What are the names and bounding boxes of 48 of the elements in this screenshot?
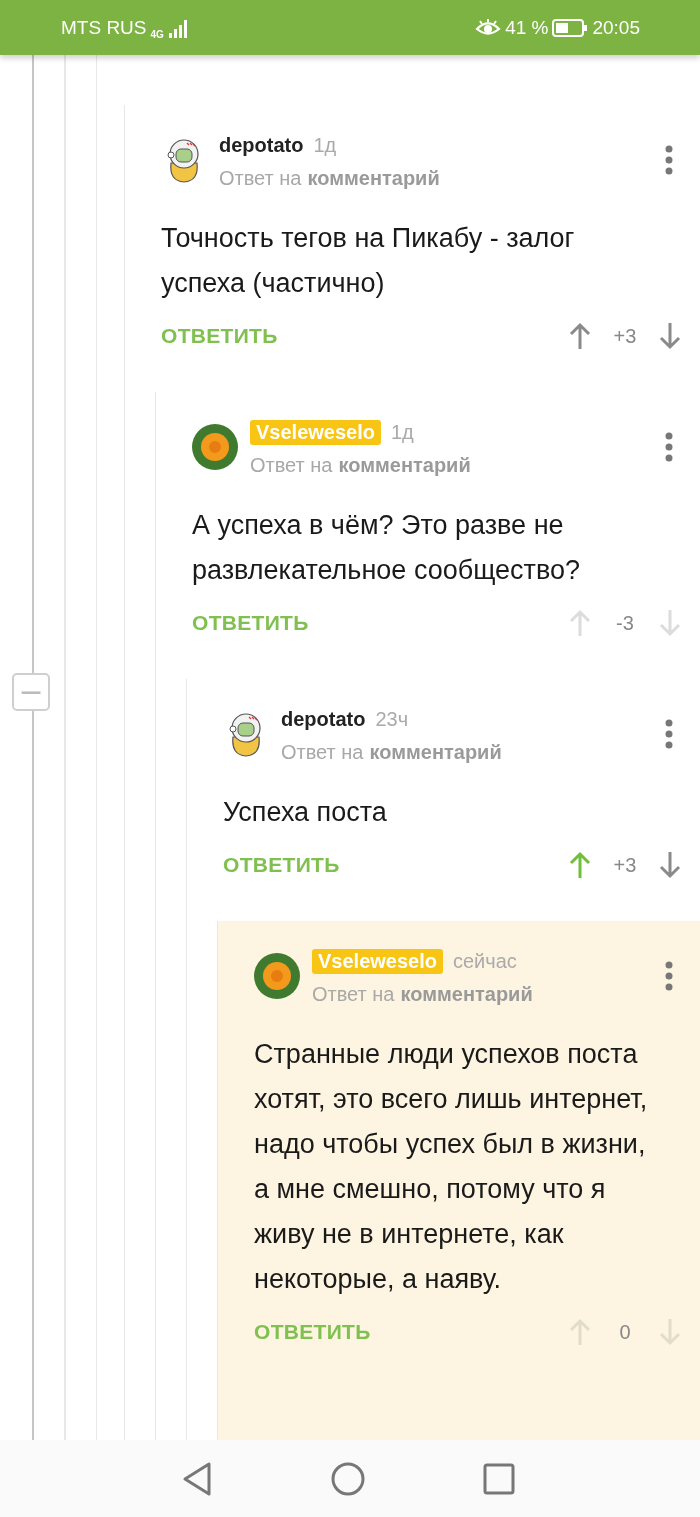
author-name[interactable]: Vseleweselo — [250, 419, 381, 445]
author-name[interactable]: Vseleweselo — [312, 948, 443, 974]
reply-to-link[interactable]: комментарий — [369, 741, 502, 763]
author-name[interactable]: depotato — [219, 133, 304, 157]
reply-to-label: Ответ на — [312, 983, 395, 1005]
reply-link[interactable]: ОТВЕТИТЬ — [192, 611, 309, 635]
comment-rating: +3 — [612, 853, 638, 877]
comment-text: Точность тегов на Пикабу - залог успеха (частично) — [161, 222, 576, 300]
comment-time: 1д — [390, 420, 414, 444]
battery-percent: 41 % — [505, 16, 549, 39]
author-name[interactable]: depotato — [281, 707, 366, 731]
comment-text: Успеха поста — [223, 796, 388, 829]
upvote-arrow-icon[interactable] — [568, 321, 592, 351]
reply-to-link[interactable]: комментарий — [400, 983, 533, 1005]
clock-time: 20:05 — [592, 16, 640, 39]
eye-icon — [475, 17, 502, 38]
reply-to-link[interactable]: комментарий — [338, 454, 471, 476]
reply-link[interactable]: ОТВЕТИТЬ — [223, 853, 340, 877]
reply-link[interactable]: ОТВЕТИТЬ — [254, 1320, 371, 1344]
comment-text: Странные люди успехов поста хотят, это всего лишь интернет, надо чтобы успех был в жизни, а мне смешно, потому что я живу не в интернете, как некоторые, а наяву. — [254, 1038, 649, 1296]
back-icon[interactable] — [181, 1460, 213, 1497]
more-options-icon[interactable] — [664, 719, 674, 749]
comment-time: 1д — [313, 133, 337, 157]
reply-link[interactable]: ОТВЕТИТЬ — [161, 324, 278, 348]
downvote-arrow-icon[interactable] — [658, 321, 682, 351]
more-options-icon[interactable] — [664, 145, 674, 175]
home-icon[interactable] — [331, 1461, 365, 1496]
comment-time: сейчас — [452, 949, 517, 973]
reply-to-label: Ответ на — [219, 167, 302, 189]
network-type: 4G — [150, 29, 164, 40]
comment-rating: -3 — [615, 611, 635, 635]
reply-to-label: Ответ на — [281, 741, 364, 763]
comment-rating: +3 — [612, 324, 638, 348]
comment-text: А успеха в чём? Это разве не развлекательное сообщество? — [192, 509, 582, 587]
recent-apps-icon[interactable] — [483, 1462, 515, 1495]
comment-time: 23ч — [375, 707, 409, 731]
carrier-name: MTS RUS — [61, 16, 147, 39]
reply-to-label: Ответ на — [250, 454, 333, 476]
flower-avatar — [192, 424, 238, 470]
downvote-arrow-icon[interactable] — [658, 850, 682, 880]
flower-avatar — [254, 953, 300, 999]
more-options-icon[interactable] — [664, 961, 674, 991]
comment-rating: 0 — [618, 1320, 632, 1344]
upvote-arrow-icon[interactable] — [568, 850, 592, 880]
more-options-icon[interactable] — [664, 432, 674, 462]
battery-icon — [552, 17, 589, 38]
collapse-button[interactable]: − — [12, 673, 50, 711]
reply-to-link[interactable]: комментарий — [307, 167, 440, 189]
